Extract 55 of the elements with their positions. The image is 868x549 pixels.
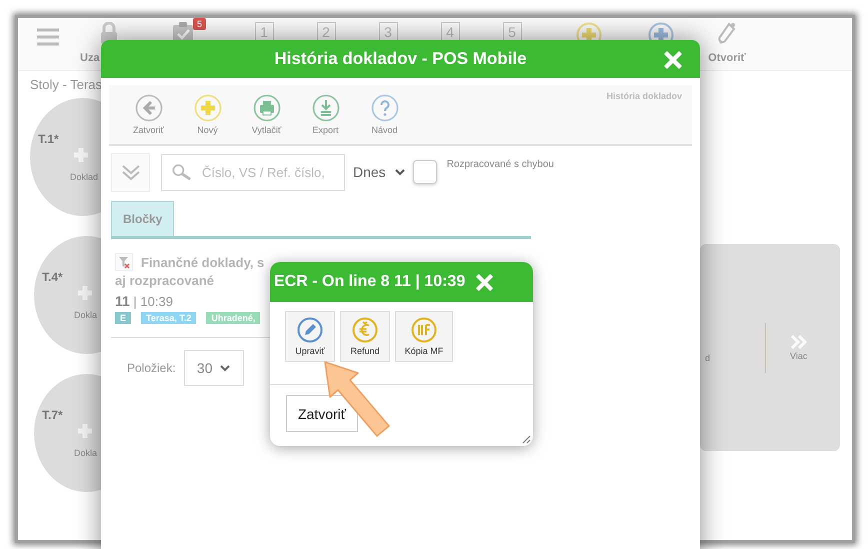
search-icon	[172, 163, 192, 181]
document-title[interactable]: Finančné doklady, s	[141, 254, 264, 270]
bottle-icon	[717, 22, 737, 44]
table-action: Dokla	[74, 310, 98, 320]
help-icon	[370, 94, 398, 122]
page-size-label: Položiek:	[127, 361, 176, 375]
euro-icon	[352, 317, 378, 343]
table-action: Dokla	[74, 448, 98, 458]
action-button[interactable]: Upraviť	[285, 311, 335, 362]
dialog-title: História dokladov - POS Mobile	[274, 49, 527, 69]
more-button[interactable]: Viac	[790, 334, 808, 360]
caret-icon	[394, 168, 405, 176]
tool-button[interactable]: Vytlačiť	[237, 94, 296, 135]
back-icon	[134, 94, 162, 122]
tab[interactable]: Bločky	[111, 201, 174, 236]
download-icon	[312, 94, 340, 122]
resize-grip-icon[interactable]	[522, 435, 531, 444]
plus-icon	[78, 424, 92, 438]
action-button[interactable]: Kópia MF	[395, 311, 453, 362]
action-button[interactable]: Refund	[340, 311, 390, 362]
tag: Uhradené,	[206, 312, 260, 324]
tool-button[interactable]: Export	[296, 94, 355, 135]
count-badge: 5	[193, 18, 206, 30]
checkbox-label: Rozpracované s chybou	[446, 159, 554, 170]
tool-button[interactable]: Nový	[178, 94, 237, 135]
table-name: T.7*	[42, 408, 63, 422]
close-icon[interactable]	[475, 272, 494, 292]
plus-icon	[194, 94, 222, 122]
table-name: T.1*	[38, 132, 59, 146]
tag: Terasa, T.2	[141, 312, 196, 324]
section-title: História dokladov	[606, 91, 682, 101]
table-name: T.4*	[42, 270, 63, 284]
tag: E	[115, 312, 132, 324]
dialog-title: ECR - On line 8 11 | 10:39	[274, 273, 466, 291]
close-button[interactable]: Zatvoriť	[286, 395, 358, 432]
breadcrumb: Stoly - Teras	[30, 77, 104, 92]
pencil-icon	[297, 317, 323, 343]
plus-icon	[78, 286, 92, 300]
stripes-icon	[411, 317, 437, 343]
search-field[interactable]: Číslo, VS / Ref. číslo,	[161, 154, 345, 190]
printer-icon	[252, 94, 280, 122]
page-size-select[interactable]: 30	[184, 350, 244, 386]
close-icon[interactable]	[663, 50, 683, 70]
toolbar-label[interactable]: Otvoriť	[708, 52, 746, 64]
expand-button[interactable]	[111, 152, 150, 192]
table-action: Doklad	[70, 172, 98, 182]
panel-text: d	[705, 352, 710, 362]
menu-icon[interactable]	[37, 28, 59, 46]
caret-icon	[220, 364, 230, 372]
toolbar-label[interactable]: Uza	[80, 52, 100, 64]
plus-icon	[74, 148, 88, 162]
period-select[interactable]: Dnes	[353, 164, 405, 180]
checkbox[interactable]	[412, 160, 437, 184]
tool-button[interactable]: Návod	[355, 94, 414, 135]
filter-icon	[115, 253, 133, 271]
